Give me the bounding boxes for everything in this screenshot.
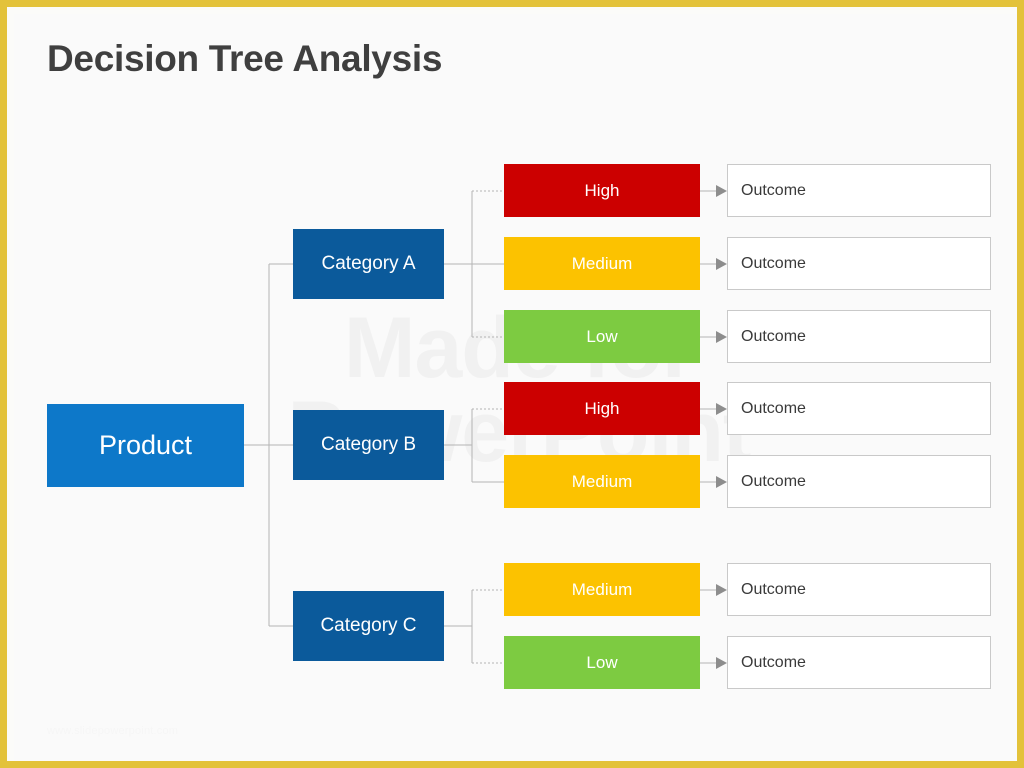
node-level-2-label: Medium — [571, 253, 633, 273]
arrowheads — [716, 185, 727, 669]
node-category-a[interactable]: Category A — [293, 229, 444, 299]
node-outcome-3-label: Outcome — [741, 327, 806, 345]
node-outcome-2[interactable]: Outcome — [727, 237, 991, 290]
slide-frame: Made for PowerPoint www.slidepowerpoint.… — [0, 0, 1024, 768]
node-category-c[interactable]: Category C — [293, 591, 444, 661]
node-outcome-1-label: Outcome — [741, 181, 806, 199]
node-level-1-label: High — [584, 180, 620, 200]
node-level-6[interactable]: Medium — [504, 563, 700, 616]
node-category-a-label: Category A — [321, 253, 416, 274]
node-level-4-label: High — [584, 398, 620, 418]
node-product-label: Product — [98, 430, 193, 460]
node-outcome-1[interactable]: Outcome — [727, 164, 991, 217]
node-level-3-label: Low — [586, 326, 618, 346]
node-outcome-4-label: Outcome — [741, 399, 806, 417]
node-outcome-5[interactable]: Outcome — [727, 455, 991, 508]
node-outcome-7[interactable]: Outcome — [727, 636, 991, 689]
node-outcome-6[interactable]: Outcome — [727, 563, 991, 616]
node-level-5-label: Medium — [571, 471, 633, 491]
node-level-7[interactable]: Low — [504, 636, 700, 689]
node-outcome-2-label: Outcome — [741, 254, 806, 272]
node-level-3[interactable]: Low — [504, 310, 700, 363]
node-level-6-label: Medium — [571, 579, 633, 599]
node-level-4[interactable]: High — [504, 382, 700, 435]
node-outcome-7-label: Outcome — [741, 653, 806, 671]
node-level-7-label: Low — [586, 652, 618, 672]
slide-canvas: Made for PowerPoint www.slidepowerpoint.… — [14, 14, 1017, 761]
node-outcome-5-label: Outcome — [741, 472, 806, 490]
node-outcome-3[interactable]: Outcome — [727, 310, 991, 363]
node-product[interactable]: Product — [47, 404, 244, 487]
page-title: Decision Tree Analysis — [47, 38, 443, 79]
node-level-5[interactable]: Medium — [504, 455, 700, 508]
footer-watermark: www.slidepowerpoint.com — [47, 725, 179, 737]
node-level-1[interactable]: High — [504, 164, 700, 217]
node-outcome-6-label: Outcome — [741, 580, 806, 598]
node-category-b[interactable]: Category B — [293, 410, 444, 480]
node-outcome-4[interactable]: Outcome — [727, 382, 991, 435]
node-category-c-label: Category C — [320, 615, 417, 636]
node-level-2[interactable]: Medium — [504, 237, 700, 290]
node-category-b-label: Category B — [320, 434, 417, 455]
